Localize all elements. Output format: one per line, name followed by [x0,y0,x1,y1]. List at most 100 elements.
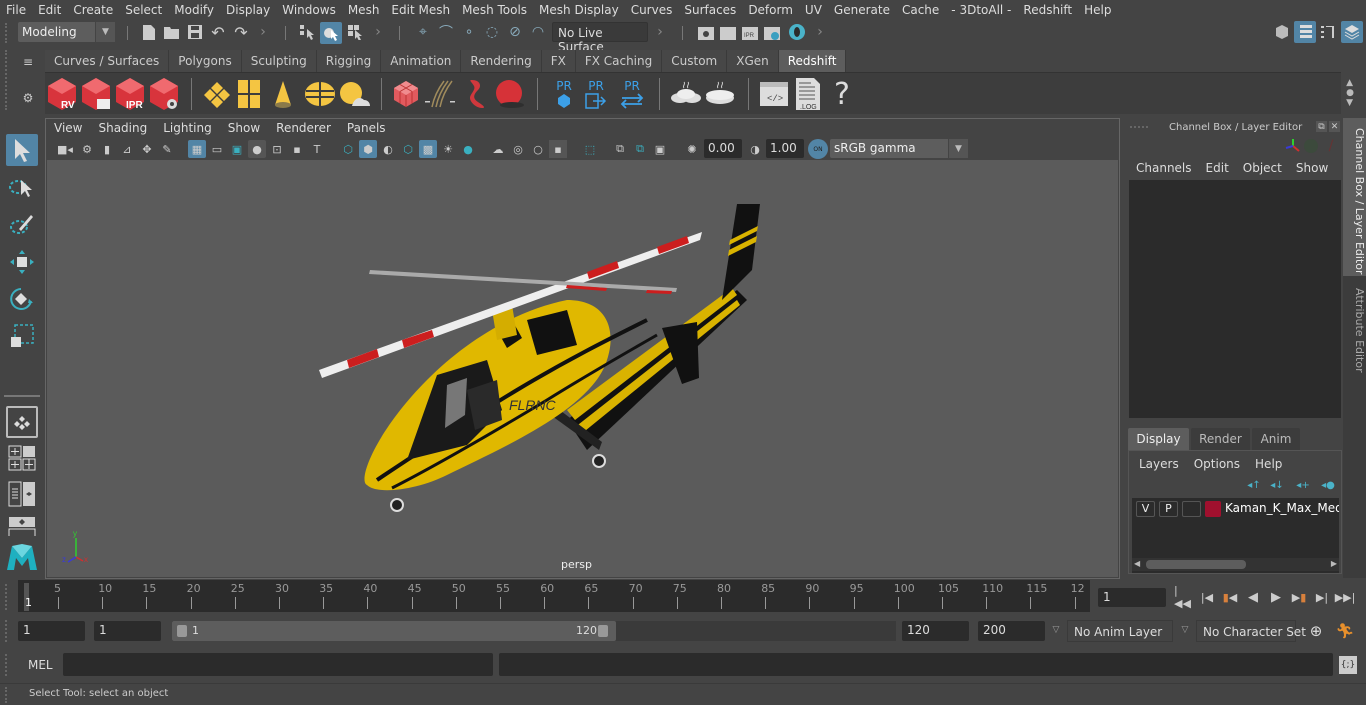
move-tool-icon[interactable] [6,246,38,278]
range-start-handle[interactable] [177,625,187,637]
select-tool-icon[interactable] [6,134,38,166]
shelf-tab-xgen[interactable]: XGen [727,50,779,72]
float-panel-icon[interactable]: ⧉ [1316,121,1327,132]
layer-tab-anim[interactable]: Anim [1252,428,1300,450]
select-hierarchy-icon[interactable] [297,22,317,42]
side-tab-attribute-editor[interactable]: Attribute Editor [1343,280,1366,380]
redshift-ipr-icon[interactable]: IPR [113,76,147,112]
help-icon[interactable]: ? [830,76,854,112]
motion-blur-icon[interactable]: ◎ [509,140,527,158]
depth-of-field-icon[interactable]: ▪ [549,140,567,158]
shelf-tab-redshift[interactable]: Redshift [778,50,847,72]
channel-menu-channels[interactable]: Channels [1136,161,1192,175]
scale-tool-icon[interactable] [6,320,38,352]
playback-start-field[interactable]: 1 [94,621,161,641]
character-set-chevron-icon[interactable]: ▽ [1179,623,1191,637]
lasso-select-tool-icon[interactable] [6,172,38,204]
channel-menu-show[interactable]: Show [1296,161,1328,175]
menu-create[interactable]: Create [67,3,119,17]
panel-grip[interactable] [1130,126,1148,128]
use-all-lights-icon[interactable]: ☀ [439,140,457,158]
outliner-persp-layout-icon[interactable] [6,480,38,508]
undo-icon[interactable]: ↶ [208,23,228,42]
rs-volume-icon[interactable] [391,78,421,110]
layer-menu-options[interactable]: Options [1194,457,1240,471]
layer-visibility-toggle[interactable]: V [1136,501,1155,517]
hyper-icon[interactable]: / [1324,138,1338,154]
rs-plane-light-icon[interactable] [201,78,233,110]
command-grip[interactable] [5,654,9,676]
menu-curves[interactable]: Curves [625,3,679,17]
isolate-select-icon[interactable]: ⬚ [581,140,599,158]
snap-grid-icon[interactable]: ⌖ [413,22,433,42]
menu-uv[interactable]: UV [799,3,828,17]
pr-export-icon[interactable]: PR [581,76,611,112]
bake-one-icon[interactable] [669,78,703,110]
shelf-tab-sculpting[interactable]: Sculpting [241,50,317,72]
hud-icon[interactable]: ▣ [651,140,669,158]
collapse-arrow-icon[interactable]: › [258,23,268,41]
mode-dropdown[interactable]: Modeling ▼ [18,22,115,42]
3d-viewport[interactable]: FLRNC y x z persp [47,160,1118,577]
image-plane-icon[interactable]: ⊿ [118,140,136,158]
smooth-shade-icon[interactable]: ⬢ [359,140,377,158]
layer-menu-help[interactable]: Help [1255,457,1282,471]
character-set-dropdown[interactable]: No Character Set [1196,620,1306,642]
redshift-settings-icon[interactable] [147,76,181,112]
close-panel-icon[interactable]: ✕ [1329,121,1340,132]
bake-two-icon[interactable] [703,78,737,110]
play-backwards-icon[interactable]: ◀ [1244,588,1262,606]
color-management-toggle[interactable]: ON [808,139,828,159]
ambient-occlusion-icon[interactable]: ☁ [489,140,507,158]
range-slider[interactable]: 1 120 [172,621,616,641]
snap-curve-icon[interactable]: ⌒ [436,22,456,42]
playback-end-field[interactable]: 120 [902,621,969,641]
render-settings-icon[interactable] [762,22,782,42]
2d-pan-zoom-icon[interactable]: ✥ [138,140,156,158]
go-to-end-icon[interactable]: ▶▶| [1335,588,1356,606]
shelf-tab-curves-surfaces[interactable]: Curves / Surfaces [45,50,170,72]
shelf-drag-handle[interactable] [5,50,9,110]
anim-layer-dropdown[interactable]: No Anim Layer [1067,620,1173,642]
move-layer-down-icon[interactable]: ◂↓ [1268,478,1286,492]
anim-layer-chevron-icon[interactable]: ▽ [1050,623,1062,637]
layer-tab-display[interactable]: Display [1128,428,1189,450]
drag-handle[interactable] [5,23,9,43]
gate-mask-icon[interactable]: ● [248,140,266,158]
layer-color-swatch[interactable] [1205,501,1221,517]
collapse-arrow-icon[interactable]: › [373,23,383,41]
save-scene-icon[interactable] [186,23,204,41]
move-layer-up-icon[interactable]: ◂↑ [1245,478,1263,492]
grid-toggle-icon[interactable]: ▦ [188,140,206,158]
paint-select-tool-icon[interactable] [6,208,38,240]
menu-mesh[interactable]: Mesh [342,3,386,17]
help-grip[interactable] [5,687,9,703]
hypershade-icon[interactable] [787,22,807,42]
select-camera-icon[interactable]: ■◂ [56,140,74,158]
shelf-menu-icon[interactable]: ≡ [20,54,36,70]
layer-hscrollbar[interactable]: ◀ ▶ [1132,558,1339,571]
menu-redshift[interactable]: Redshift [1017,3,1078,17]
auto-keyframe-icon[interactable]: ⊕ [1306,621,1326,641]
menu-help[interactable]: Help [1078,3,1117,17]
redshift-rv-icon[interactable]: RV [45,76,79,112]
menu-cache[interactable]: Cache [896,3,945,17]
redo-icon[interactable]: ↷ [231,23,251,42]
viewport-menu-renderer[interactable]: Renderer [268,121,339,139]
shelf-tab-fx[interactable]: FX [541,50,576,72]
command-input[interactable] [63,653,493,676]
xray-active-icon[interactable]: ⧉ [631,140,649,158]
menu-deform[interactable]: Deform [742,3,799,17]
shelf-tab-rendering[interactable]: Rendering [461,50,542,72]
layer-playback-toggle[interactable]: P [1159,501,1178,517]
select-component-icon[interactable] [345,22,365,42]
menu-file[interactable]: File [0,3,32,17]
exposure-field[interactable]: 0.00 [704,139,742,158]
step-back-frame-icon[interactable]: |◀ [1198,588,1216,606]
modeling-toolkit-icon[interactable] [1272,22,1292,42]
range-grip[interactable] [5,620,9,642]
layer-row[interactable]: V P Kaman_K_Max_Medium [1132,498,1339,520]
rotate-tool-icon[interactable] [6,283,38,315]
open-scene-icon[interactable] [163,23,181,41]
safe-title-icon[interactable]: T [308,140,326,158]
